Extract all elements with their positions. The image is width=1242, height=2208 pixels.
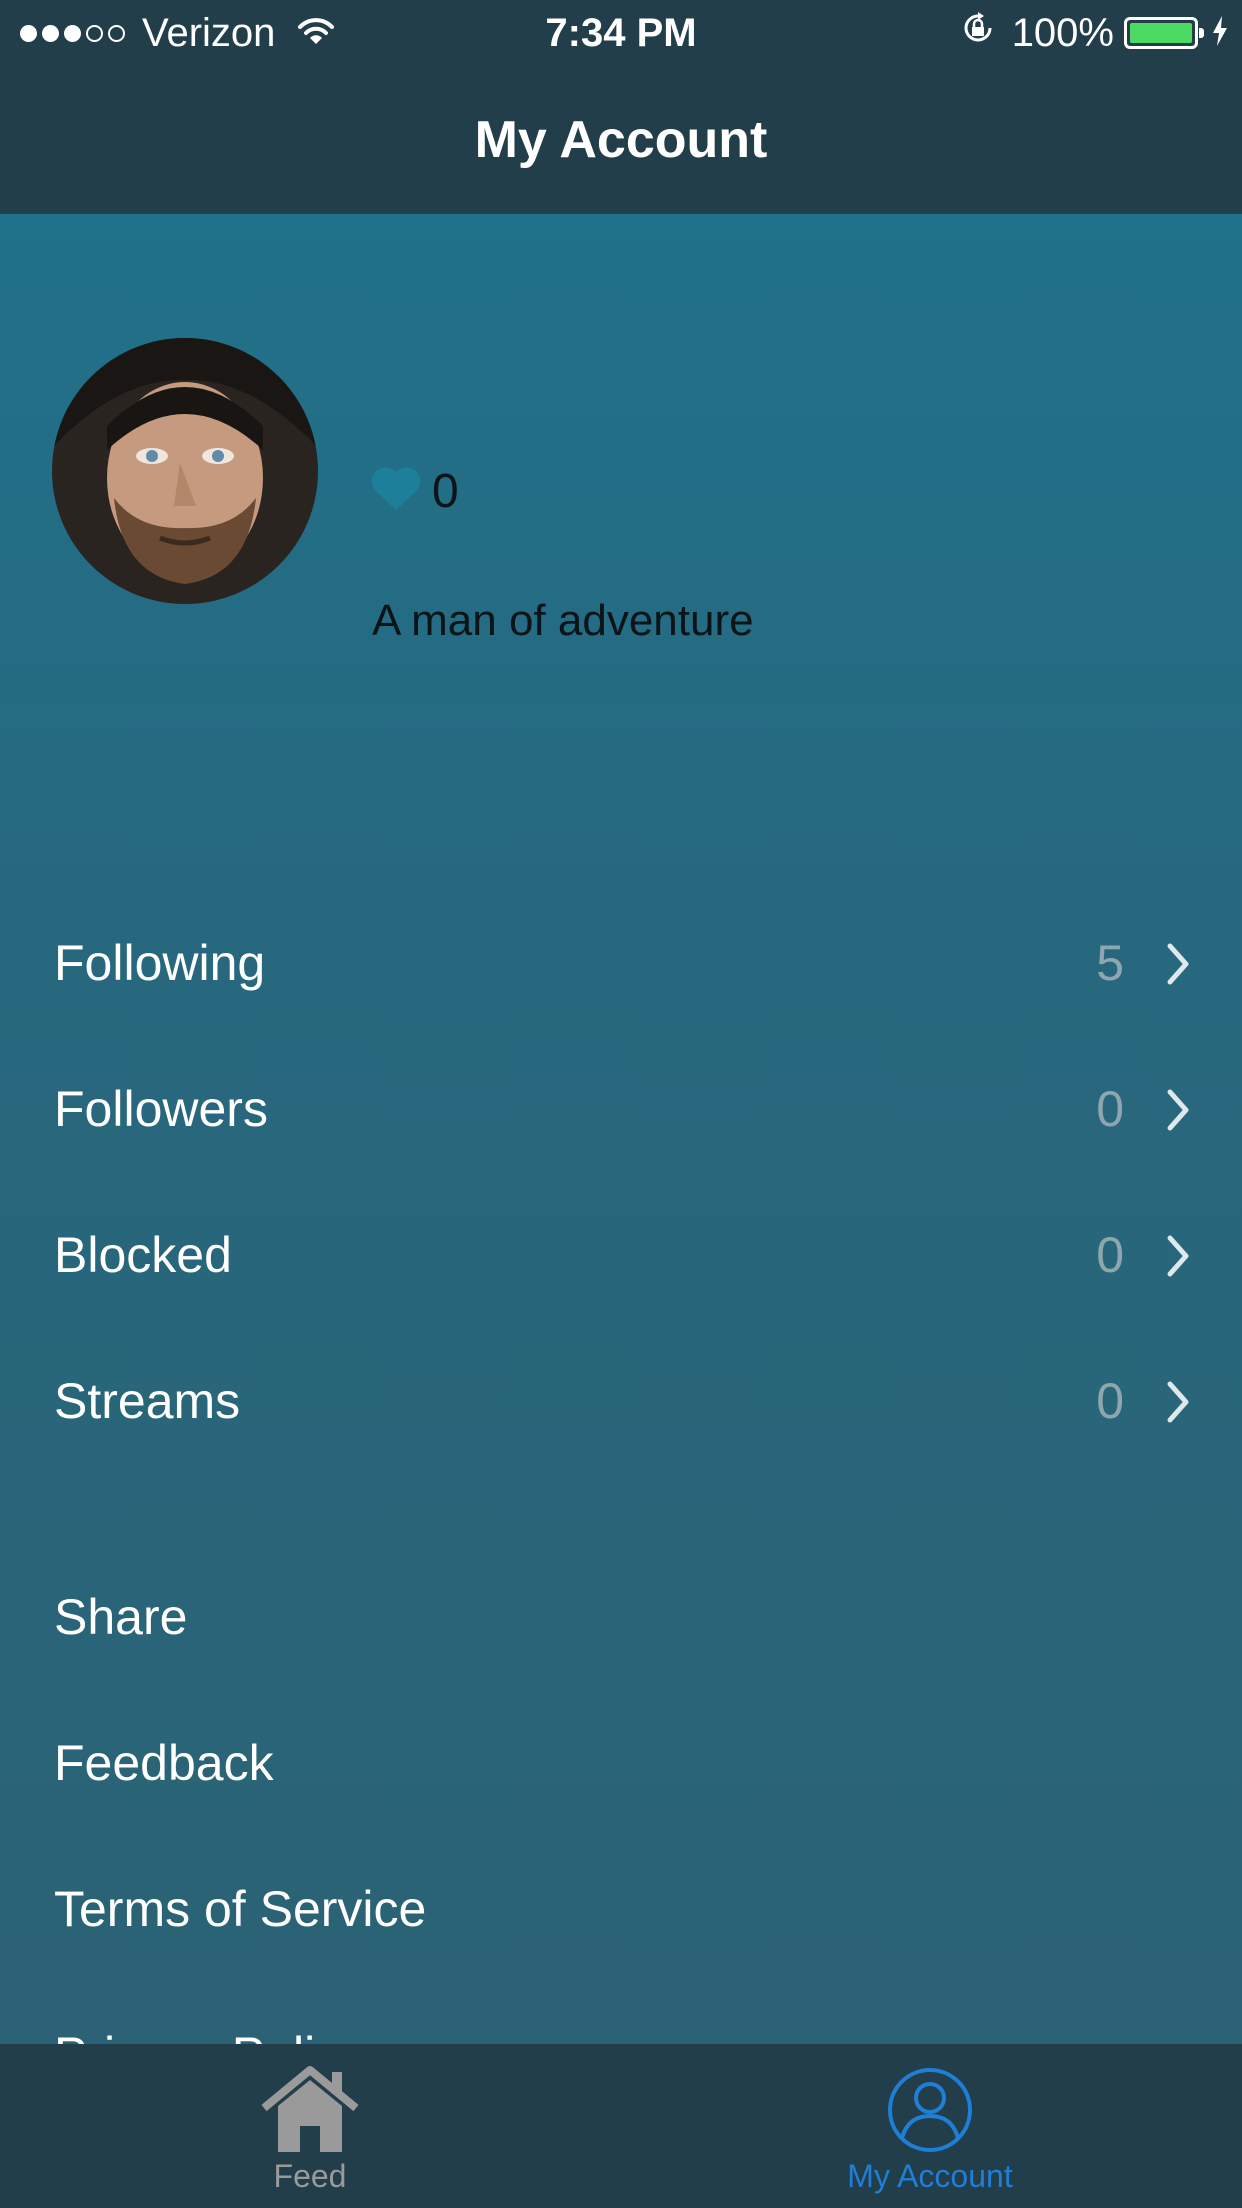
tab-feed[interactable]: Feed: [160, 2044, 460, 2208]
menu-row-label: Privacy Policy: [54, 1982, 365, 2044]
tab-my-account[interactable]: My Account: [780, 2044, 1080, 2208]
battery-icon: [1124, 17, 1204, 49]
menu-row-label: Feedback: [54, 1735, 274, 1791]
menu-row-label: Blocked: [54, 1227, 232, 1283]
menu-row-label: Followers: [54, 1081, 268, 1137]
home-icon: [260, 2066, 360, 2159]
menu-row-following[interactable]: Following 5: [0, 890, 1242, 1036]
chevron-right-icon: [1166, 1232, 1190, 1290]
menu-row-share[interactable]: Share: [0, 1544, 1242, 1690]
menu-row-label: Streams: [54, 1373, 241, 1429]
heart-icon: [370, 466, 422, 517]
menu-row-count: 5: [1096, 935, 1124, 991]
menu-row-feedback[interactable]: Feedback: [0, 1690, 1242, 1836]
menu-row-terms-of-service[interactable]: Terms of Service: [0, 1836, 1242, 1982]
menu-row-blocked[interactable]: Blocked 0: [0, 1182, 1242, 1328]
menu-row-label: Following: [54, 935, 266, 991]
battery-percentage: 100%: [1011, 10, 1114, 55]
account-content[interactable]: 0 A man of adventure Following 5 Followe…: [0, 214, 1242, 2044]
tab-label: My Account: [847, 2158, 1013, 2194]
menu-row-count: 0: [1096, 1081, 1124, 1137]
charging-bolt-icon: [1212, 11, 1228, 56]
avatar[interactable]: [52, 338, 318, 604]
likes-group: 0: [370, 464, 459, 519]
profile-bio: A man of adventure: [372, 596, 754, 645]
status-right-group: 100%: [960, 10, 1228, 56]
menu-row-label: Share: [54, 1589, 188, 1645]
chevron-right-icon: [1166, 1378, 1190, 1436]
status-bar: Verizon 7:34 PM 100%: [0, 0, 1242, 66]
chevron-right-icon: [1166, 940, 1190, 998]
menu-row-count: 0: [1096, 1227, 1124, 1283]
menu-row-label: Terms of Service: [54, 1881, 427, 1937]
tab-label: Feed: [273, 2158, 347, 2194]
orientation-lock-icon: [960, 10, 996, 56]
menu-row-privacy-policy[interactable]: Privacy Policy: [0, 1982, 1242, 2044]
navigation-bar: My Account: [0, 66, 1242, 214]
likes-count: 0: [432, 465, 459, 518]
tab-bar: Feed My Account: [0, 2044, 1242, 2208]
menu-row-count: 0: [1096, 1373, 1124, 1429]
chevron-right-icon: [1166, 1086, 1190, 1144]
person-icon: [886, 2066, 974, 2159]
menu-row-streams[interactable]: Streams 0: [0, 1328, 1242, 1474]
page-title: My Account: [474, 111, 768, 169]
menu-row-followers[interactable]: Followers 0: [0, 1036, 1242, 1182]
